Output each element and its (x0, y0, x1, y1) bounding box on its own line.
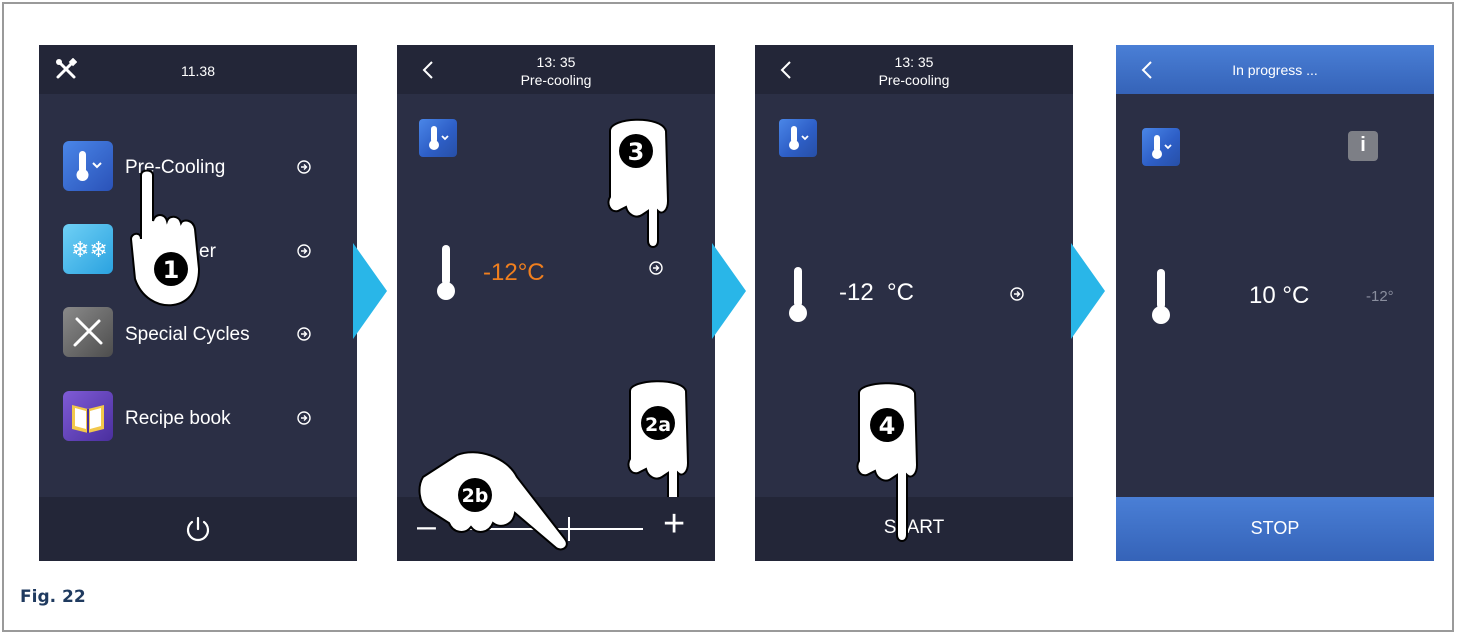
pre-cooling-icon (63, 141, 113, 191)
step-marker: 1 (163, 256, 180, 284)
screen-pre-cooling-start: 13: 35 Pre-cooling -12 °C START 4 (755, 45, 1073, 561)
figure-caption: Fig. 22 (20, 587, 86, 607)
go-arrow-icon[interactable] (297, 411, 311, 425)
footer-bar (39, 497, 357, 561)
screen-pre-cooling-setup: 13: 35 Pre-cooling -12°C 3 2a – + 2b (397, 45, 715, 561)
pointing-hand-icon: 4 (851, 379, 931, 554)
step-marker: 4 (879, 412, 896, 440)
next-step-arrow-icon (353, 243, 387, 339)
step-marker: 2b (462, 485, 489, 507)
current-temperature: 10 °C (1249, 282, 1310, 309)
go-arrow-icon[interactable] (297, 244, 311, 258)
stop-label: STOP (1250, 518, 1300, 538)
stop-button[interactable]: STOP (1116, 497, 1434, 561)
temperature-value: -12°C (483, 259, 545, 286)
thermometer-icon (1152, 269, 1170, 324)
header-bar: 13: 35 Pre-cooling (397, 45, 715, 94)
screen-in-progress: In progress ... i 10 °C -12° STOP (1116, 45, 1434, 561)
next-step-arrow-icon (1071, 243, 1105, 339)
info-icon: i (1360, 134, 1366, 156)
target-temperature: -12° (1366, 288, 1394, 305)
thermometer-icon (789, 267, 807, 322)
clock-time: 13: 35 (536, 54, 576, 70)
recipe-book-icon (63, 391, 113, 441)
screen-subtitle: Pre-cooling (878, 72, 950, 88)
screen-subtitle: Pre-cooling (520, 72, 592, 88)
svg-text:❄❄: ❄❄ (71, 238, 108, 263)
screen-title: In progress ... (1232, 62, 1318, 78)
go-arrow-icon[interactable] (297, 160, 311, 174)
menu-label: Recipe book (125, 408, 231, 429)
thermometer-icon (437, 245, 455, 300)
clock-time: 11.38 (181, 63, 215, 79)
header-bar: In progress ... (1116, 45, 1434, 94)
pointing-hand-icon: 2b (417, 447, 587, 561)
pointing-hand-icon: 1 (127, 169, 217, 314)
go-arrow-icon[interactable] (1010, 287, 1024, 301)
next-step-arrow-icon (712, 243, 746, 339)
step-marker: 3 (628, 138, 645, 166)
menu-label: Special Cycles (125, 324, 250, 345)
temperature-mode-icon[interactable] (779, 119, 817, 157)
temperature-mode-icon[interactable] (1142, 128, 1180, 166)
info-button[interactable]: i (1348, 131, 1378, 161)
clock-time: 13: 35 (894, 54, 934, 70)
step-marker: 2a (645, 414, 671, 436)
snowflake-icon: ❄❄ (63, 224, 113, 274)
header-bar: 11.38 (39, 45, 357, 94)
go-arrow-icon[interactable] (297, 327, 311, 341)
temperature-value: -12 °C (839, 279, 914, 306)
pointing-hand-icon: 3 (602, 111, 682, 266)
screen-main-menu: 11.38 Pre-Cooling ❄❄ er Special Cycles R… (39, 45, 357, 561)
header-bar: 13: 35 Pre-cooling (755, 45, 1073, 94)
slider-plus-button[interactable]: + (663, 503, 685, 546)
fork-knife-icon (63, 307, 113, 357)
temperature-mode-icon[interactable] (419, 119, 457, 157)
power-icon[interactable] (184, 515, 212, 543)
